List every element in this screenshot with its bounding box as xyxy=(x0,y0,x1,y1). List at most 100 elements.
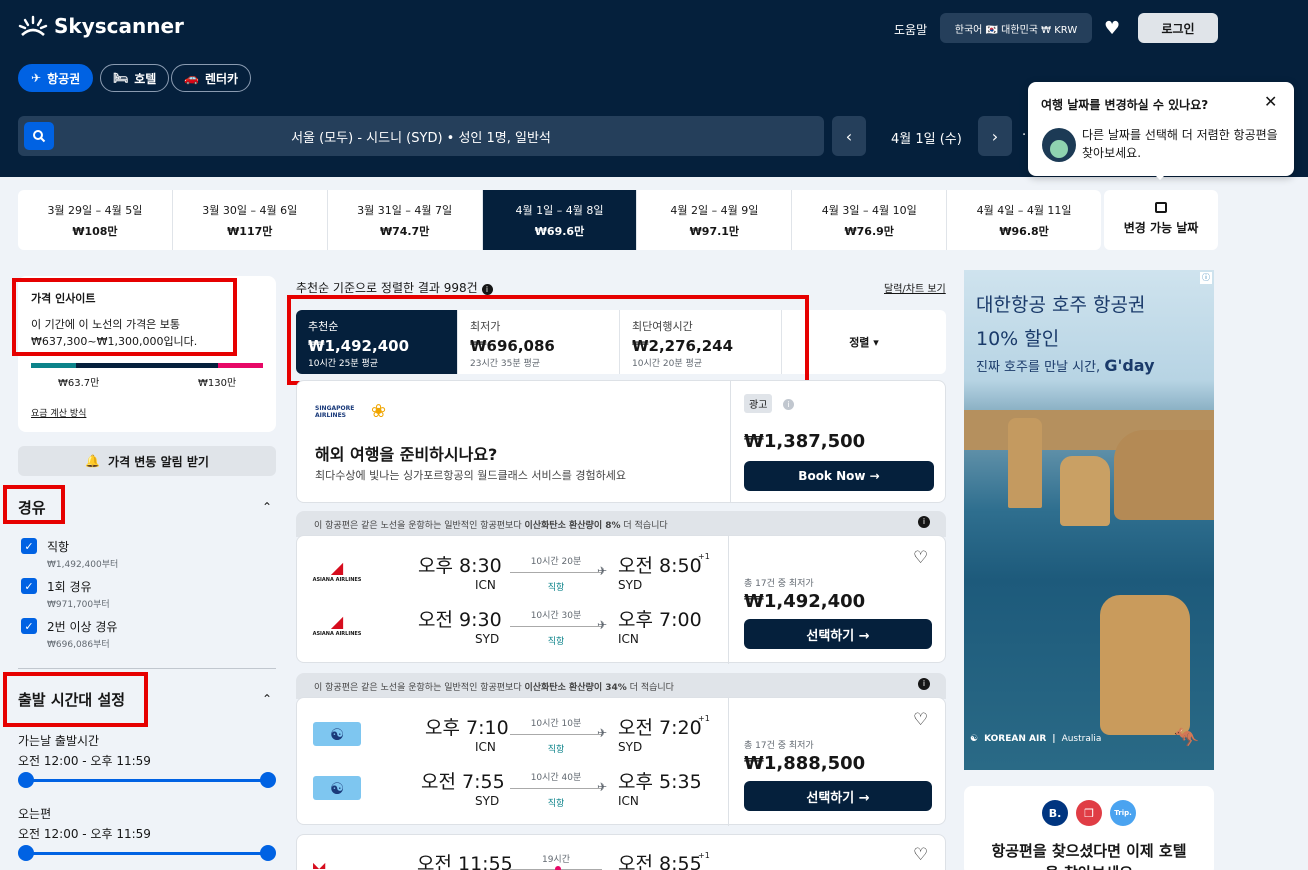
selected-date[interactable]: 4월 1일 (수) xyxy=(891,128,962,147)
stops-two-label: 2번 이상 경유 xyxy=(47,620,118,634)
rock-stack-shape xyxy=(1100,595,1190,735)
trip-logo-icon: Trip. xyxy=(1110,800,1136,826)
help-link[interactable]: 도움말 xyxy=(894,21,927,38)
next-date-button[interactable]: › xyxy=(978,116,1012,156)
route-line xyxy=(510,788,602,789)
outbound-range: 오전 12:00 - 오후 11:59 xyxy=(18,754,151,768)
heart-outline-icon[interactable]: ♡ xyxy=(913,710,928,730)
calendar-icon xyxy=(1155,202,1167,213)
plane-icon: ✈ xyxy=(597,564,608,578)
banner-title1: 대한항공 호주 항공권 xyxy=(976,294,1146,316)
departure-time: 오전 7:55 xyxy=(421,771,505,793)
info-icon[interactable]: i xyxy=(783,399,794,410)
flexible-dates-label: 변경 가능 날짜 xyxy=(1123,221,1199,235)
eco-highlight: 이산화탄소 환산량이 34% xyxy=(524,683,627,693)
departure-airport: ICN xyxy=(475,740,496,754)
heart-icon[interactable]: ♥ xyxy=(1104,18,1120,39)
date-option[interactable]: 3월 31일 – 4월 7일 ₩74.7만 xyxy=(328,190,483,250)
rock-stack-shape xyxy=(1008,418,1042,508)
rock-stack-shape xyxy=(1060,456,1110,526)
flight-card[interactable]: 이 항공편은 같은 노선을 운항하는 일반적인 항공편보다 이산화탄소 환산량이… xyxy=(296,511,946,664)
flight-duration: 10시간 40분 xyxy=(530,773,582,783)
outbound-slider-min-handle[interactable] xyxy=(18,772,34,788)
stops-one-checkbox[interactable]: ✓ xyxy=(21,578,37,594)
arrival-airport: ICN xyxy=(618,794,639,808)
prev-date-button[interactable]: ‹ xyxy=(832,116,866,156)
caret-down-icon: ▾ xyxy=(873,335,879,349)
departure-airport: SYD xyxy=(475,632,500,646)
date-option[interactable]: 4월 4일 – 4월 11일 ₩96.8만 xyxy=(947,190,1101,250)
date-range: 4월 1일 – 4월 8일 xyxy=(515,204,604,217)
korean-air-logo-icon: ☯ xyxy=(313,776,361,800)
heart-outline-icon[interactable]: ♡ xyxy=(913,548,928,568)
search-icon xyxy=(33,130,46,143)
china-eastern-logo-icon: ◣◢ xyxy=(313,861,326,870)
eco-notice: 이 항공편은 같은 노선을 운항하는 일반적인 항공편보다 이산화탄소 환산량이… xyxy=(296,511,946,537)
chart-view-link[interactable]: 달력/차트 보기 xyxy=(884,280,946,295)
airline-name: SINGAPORE AIRLINES xyxy=(315,404,355,419)
date-price: ₩76.9만 xyxy=(844,225,894,238)
book-now-button[interactable]: Book Now → xyxy=(744,461,934,491)
tooltip-body: 다른 날짜를 선택해 더 저렴한 항공편을 찾아보세요. xyxy=(1082,128,1278,160)
return-label: 오는편 xyxy=(18,807,52,821)
outbound-slider-max-handle[interactable] xyxy=(260,772,276,788)
stops-direct-price: ₩1,492,400부터 xyxy=(47,560,119,570)
date-change-tooltip: 여행 날짜를 변경하실 수 있나요? ✕ 다른 날짜를 선택해 더 저렴한 항공… xyxy=(1028,82,1294,180)
sponsored-ad[interactable]: SINGAPORE AIRLINES ❀ 해외 여행을 준비하시나요? 최다수상… xyxy=(296,380,946,503)
select-flight-button[interactable]: 선택하기 → xyxy=(744,781,932,811)
info-icon[interactable]: i xyxy=(918,678,930,690)
hotel-promo-card[interactable]: B. ❒ Trip. 항공편을 찾으셨다면 이제 호텔 을 찾아보세요 xyxy=(964,786,1214,870)
locale-selector[interactable]: 한국어 🇰🇷 대한민국 ₩ KRW xyxy=(940,13,1092,43)
stops-direct-checkbox[interactable]: ✓ xyxy=(21,538,37,554)
mascot-avatar xyxy=(1042,128,1076,162)
date-option[interactable]: 3월 30일 – 4월 6일 ₩117만 xyxy=(173,190,328,250)
tab-flights[interactable]: ✈ 항공권 xyxy=(18,64,94,92)
brand-logo[interactable]: Skyscanner xyxy=(18,14,184,38)
asiana-wing-icon: ◢ xyxy=(330,612,344,631)
login-button[interactable]: 로그인 xyxy=(1138,13,1218,43)
date-price: ₩117만 xyxy=(227,225,273,238)
tab-car-rental[interactable]: 🚗 렌터카 xyxy=(171,64,252,92)
ad-choices-icon[interactable]: ⓘ xyxy=(1200,272,1212,284)
tab-car-rental-label: 렌터카 xyxy=(204,71,239,86)
divider xyxy=(728,536,729,664)
heart-outline-icon[interactable]: ♡ xyxy=(913,845,928,865)
airline-logo: SINGAPORE AIRLINES ❀ xyxy=(315,401,386,422)
date-option[interactable]: 4월 2일 – 4월 9일 ₩97.1만 xyxy=(637,190,793,250)
search-button[interactable] xyxy=(24,122,54,150)
return-slider-max-handle[interactable] xyxy=(260,845,276,861)
price-method-link[interactable]: 요금 계산 방식 xyxy=(31,406,86,419)
flexible-dates-button[interactable]: 변경 가능 날짜 xyxy=(1104,190,1218,250)
korean-air-banner-ad[interactable]: 대한항공 호주 항공권 10% 할인 진짜 호주를 만날 시간, G'day ⓘ… xyxy=(964,270,1214,770)
chevron-up-icon[interactable]: ⌃ xyxy=(262,500,272,514)
banner-partner: Australia xyxy=(1061,734,1102,744)
date-price: ₩108만 xyxy=(72,225,118,238)
date-option-selected[interactable]: 4월 1일 – 4월 8일 ₩69.6만 xyxy=(482,190,638,250)
highlight-box xyxy=(12,278,237,356)
tab-hotels[interactable]: 🛏 호텔 xyxy=(100,64,170,92)
price-alert-button[interactable]: 🔔 가격 변동 알림 받기 xyxy=(18,446,276,476)
hotel-promo-line1: 항공편을 찾으셨다면 이제 호텔 xyxy=(991,842,1187,860)
date-option[interactable]: 3월 29일 – 4월 5일 ₩108만 xyxy=(18,190,173,250)
flight-duration: 19시간 xyxy=(541,855,570,865)
return-slider-track xyxy=(24,852,268,855)
range-high: ₩130만 xyxy=(198,378,237,389)
results-summary: 추천순 기준으로 정렬한 결과 998건 i xyxy=(296,279,493,296)
return-slider-min-handle[interactable] xyxy=(18,845,34,861)
ad-tag: 광고 xyxy=(744,394,773,413)
info-icon[interactable]: i xyxy=(918,516,930,528)
range-low: ₩63.7만 xyxy=(58,378,100,389)
bird-icon: ❀ xyxy=(371,401,387,422)
date-option[interactable]: 4월 3일 – 4월 10일 ₩76.9만 xyxy=(792,190,948,250)
close-icon[interactable]: ✕ xyxy=(1264,92,1277,111)
info-icon[interactable]: i xyxy=(481,284,493,295)
select-flight-button[interactable]: 선택하기 → xyxy=(744,619,932,649)
flight-card[interactable]: 이 항공편은 같은 노선을 운항하는 일반적인 항공편보다 이산화탄소 환산량이… xyxy=(296,673,946,826)
stop-type: 직항 xyxy=(547,799,565,809)
stops-two-checkbox[interactable]: ✓ xyxy=(21,618,37,634)
flight-duration: 10시간 10분 xyxy=(530,719,582,729)
chevron-up-icon[interactable]: ⌃ xyxy=(262,692,272,706)
kangaroo-icon: 🦘 xyxy=(1174,725,1199,749)
flight-card[interactable]: ◣◢ 오전 11:55 19시간 오전 8:55 +1 ♡ xyxy=(296,834,946,870)
search-summary[interactable]: 서울 (모두) - 시드니 (SYD) • 성인 1명, 일반석 xyxy=(18,116,824,156)
